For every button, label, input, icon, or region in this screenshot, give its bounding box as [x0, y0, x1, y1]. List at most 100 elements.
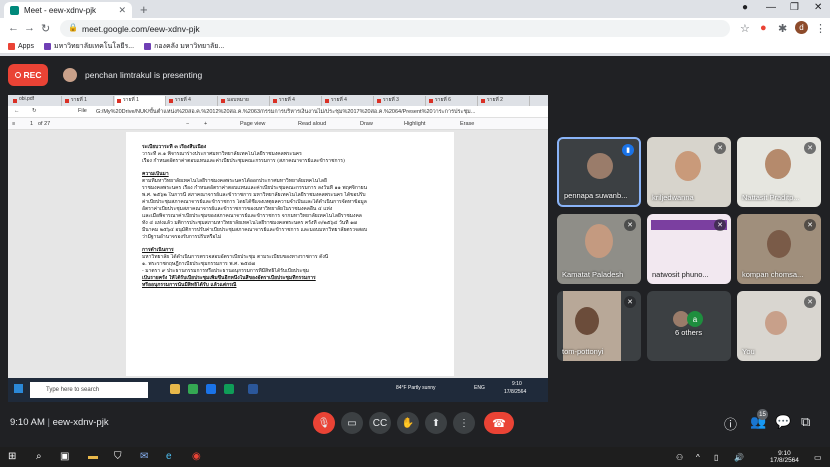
- mail-icon[interactable]: ✉: [140, 451, 148, 462]
- doc-line: อัตราค่าเบี้ยประชุมสภาคณาจารย์และข้าราชก…: [142, 206, 333, 212]
- presenting-text: penchan limtrakul is presenting: [85, 70, 203, 80]
- file-explorer-icon[interactable]: ▬: [88, 451, 98, 462]
- hangup-icon: ☎: [492, 417, 506, 430]
- notifications-icon[interactable]: ▭: [814, 453, 822, 462]
- maximize-icon[interactable]: ❐: [790, 2, 799, 13]
- more-options-button[interactable]: ⋮: [453, 412, 475, 434]
- participant-tile[interactable]: ✕ Nattasit Praditp...: [737, 137, 821, 207]
- participant-video: [675, 151, 701, 181]
- shared-reload-icon: ↻: [32, 108, 37, 114]
- leave-call-button[interactable]: ☎: [484, 412, 514, 434]
- participant-tile[interactable]: ✕ Kamatat Paladesh: [557, 214, 641, 284]
- taskbar-date: 17/8/2564: [770, 457, 799, 464]
- mic-off-icon: ✕: [624, 296, 636, 308]
- star-icon[interactable]: ☆: [740, 22, 750, 35]
- extension-icon[interactable]: ●: [760, 22, 767, 34]
- shared-tab: รายที่ 3: [375, 96, 426, 106]
- doc-section-heading: การดำเนินการ: [142, 247, 174, 253]
- bookmark-label: กองคลัง มหาวิทยาลัย...: [154, 43, 225, 50]
- shared-word-icon: [248, 384, 258, 394]
- doc-line: ว่ามีฐานอำนาจรองรับการปรับหรือไม่: [142, 234, 222, 240]
- shared-taskbar: Type here to search 84°F Partly sunny EN…: [8, 378, 548, 402]
- toolbar-highlight: Highlight: [404, 121, 426, 127]
- mic-toggle-button[interactable]: 🎙: [313, 412, 335, 434]
- address-bar[interactable]: 🔒 meet.google.com/eew-xdnv-pjk: [60, 20, 730, 37]
- tray-overflow-icon[interactable]: ^: [696, 453, 700, 462]
- captions-button[interactable]: CC: [369, 412, 391, 434]
- participant-tile[interactable]: ✕ kompan chomsa...: [737, 214, 821, 284]
- self-tile[interactable]: ✕ You: [737, 291, 821, 361]
- profile-circle-icon[interactable]: ●: [742, 2, 748, 13]
- doc-line: ราชมงคลพระนคร เรื่อง กำหนดอัตราค่าตอบแทน…: [142, 185, 368, 191]
- edge-icon[interactable]: e: [166, 451, 172, 462]
- bookmark-apps[interactable]: Apps: [8, 43, 34, 50]
- close-tab-icon[interactable]: ✕: [118, 5, 126, 16]
- shared-weather: 84°F Partly sunny: [396, 385, 436, 391]
- task-view-icon[interactable]: ▣: [60, 451, 69, 462]
- meeting-time: 9:10 AM: [10, 417, 45, 428]
- extensions-puzzle-icon[interactable]: ✱: [778, 22, 787, 35]
- doc-line: - มาตรา ๙ ประธานกรรมการหรือประธานอนุกรรม…: [142, 268, 310, 274]
- shared-tab: รายที่ 6: [427, 96, 478, 106]
- search-icon[interactable]: ⌕: [36, 451, 42, 462]
- doc-line: ค่าเบี้ยประชุมสภาคณาจารย์และข้าราชการ โด…: [142, 199, 367, 205]
- shared-tab-bar: obi.pdf รายที่ 1 รายที่ 1 รายที่ 4 มอบหม…: [8, 95, 548, 106]
- record-icon: [14, 72, 21, 78]
- shared-url: G:/My%20Drive/NUK/ขั้นตำแหน่ง%20สอ.ค.%20…: [96, 109, 476, 115]
- toolbar-read-aloud: Read aloud: [298, 121, 327, 127]
- browser-tab-meet[interactable]: Meet - eew-xdnv-pjk ✕: [4, 2, 132, 18]
- profile-avatar[interactable]: d: [795, 21, 808, 34]
- presenter-avatar: [63, 68, 77, 82]
- bookmark-finance[interactable]: กองคลัง มหาวิทยาลัย...: [144, 41, 224, 52]
- participant-tile[interactable]: ✕ kriljedwanna: [647, 137, 731, 207]
- others-tile[interactable]: a 6 others: [647, 291, 731, 361]
- windows-start-icon[interactable]: ⊞: [8, 451, 16, 462]
- apps-grid-icon: [8, 43, 15, 50]
- volume-icon[interactable]: 🔊: [734, 453, 744, 462]
- chrome-icon[interactable]: ◉: [192, 451, 201, 462]
- pdf-page-total: of 27: [38, 121, 51, 127]
- doc-line: วาระที่ ๓.๑ พิจารณาร่างประกาศมหาวิทยาลัย…: [142, 151, 302, 157]
- camera-toggle-button[interactable]: ▭: [341, 412, 363, 434]
- minimize-icon[interactable]: —: [766, 2, 776, 13]
- taskbar-time: 9:10: [778, 450, 791, 457]
- people-tray-icon[interactable]: ⚇: [676, 453, 683, 462]
- recording-badge: REC: [8, 64, 48, 86]
- shared-back-icon: ←: [14, 108, 20, 114]
- reload-icon[interactable]: ↻: [41, 22, 50, 35]
- hand-icon: ✋: [401, 417, 415, 429]
- new-tab-icon[interactable]: +: [140, 2, 148, 17]
- shared-tab: รายที่ 4: [167, 96, 218, 106]
- network-icon[interactable]: ▯: [714, 453, 718, 462]
- participant-tile[interactable]: ▮ pennapa suwanb...: [557, 137, 641, 207]
- meeting-details-icon[interactable]: ⓘ: [724, 414, 737, 433]
- participant-video: [767, 230, 791, 258]
- store-icon[interactable]: ⛉: [114, 451, 122, 462]
- participant-name: You: [742, 347, 755, 356]
- participant-name: Nattasit Praditp...: [742, 193, 800, 202]
- participant-tile[interactable]: ✕ tom-pottonyi: [557, 291, 641, 361]
- zoom-out-icon: −: [186, 121, 190, 127]
- back-icon[interactable]: ←: [8, 22, 19, 34]
- present-button[interactable]: ⬆: [425, 412, 447, 434]
- doc-line: เป็นรายครั้ง ให้ได้รับเบี้ยประชุมเพิ่มขึ…: [142, 275, 316, 281]
- participant-name: kompan chomsa...: [742, 270, 804, 279]
- taskbar-clock[interactable]: 9:10 17/8/2564: [770, 450, 799, 464]
- chat-icon[interactable]: 💬: [775, 414, 791, 430]
- doc-section-heading: ความเป็นมา: [142, 171, 169, 177]
- menu-kebab-icon[interactable]: ⋮: [815, 22, 826, 35]
- shared-windows-icon: [14, 384, 23, 393]
- close-window-icon[interactable]: ✕: [814, 2, 822, 13]
- participant-tile[interactable]: ✕ natwosit phuno...: [647, 214, 731, 284]
- raise-hand-button[interactable]: ✋: [397, 412, 419, 434]
- participant-name: tom-pottonyi: [562, 347, 604, 356]
- activities-icon[interactable]: ⧉: [801, 414, 810, 430]
- present-screen-icon: ⬆: [431, 417, 441, 429]
- mic-off-icon: ✕: [804, 142, 816, 154]
- doc-line: เรื่อง กำหนดอัตราค่าตอบแทนและค่าเบี้ยประ…: [142, 158, 345, 164]
- mic-off-icon: ✕: [714, 219, 726, 231]
- meeting-code: eew-xdnv-pjk: [52, 417, 109, 428]
- bookmark-university[interactable]: มหาวิทยาลัยเทคโนโลยีร...: [43, 41, 134, 52]
- forward-icon[interactable]: →: [24, 22, 35, 34]
- doc-line: พ.ศ. ๒๕๖๒ ในการนี้ สภาคณาจารย์และข้าราชก…: [142, 192, 366, 198]
